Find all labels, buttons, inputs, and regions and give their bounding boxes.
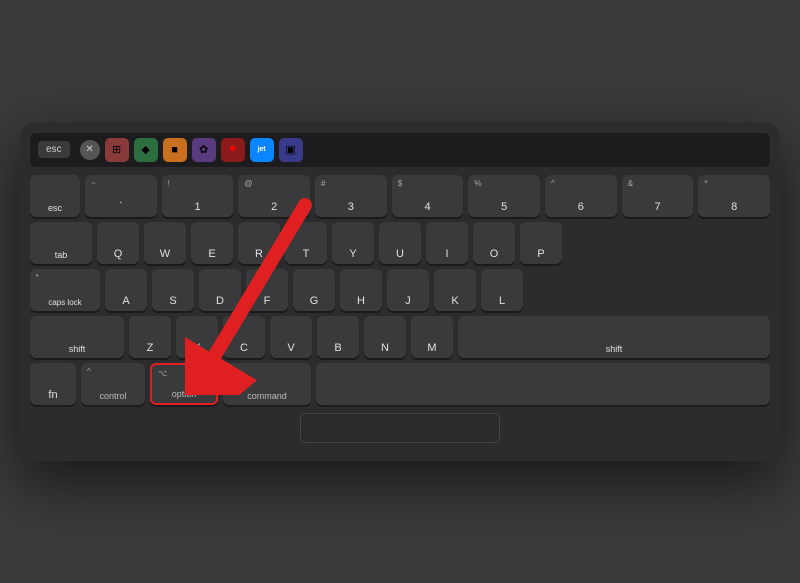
tb-close-icon[interactable]: ✕ xyxy=(80,140,100,160)
trackpad-area xyxy=(30,413,770,443)
key-p[interactable]: P xyxy=(520,222,562,264)
key-j[interactable]: J xyxy=(387,269,429,311)
key-option[interactable]: ⌥ option xyxy=(150,363,218,405)
key-g[interactable]: G xyxy=(293,269,335,311)
key-tilde[interactable]: ~ ` xyxy=(85,175,157,217)
key-6[interactable]: ^ 6 xyxy=(545,175,617,217)
tb-esc-key[interactable]: esc xyxy=(38,141,70,158)
key-q[interactable]: Q xyxy=(97,222,139,264)
key-5[interactable]: % 5 xyxy=(468,175,540,217)
key-t[interactable]: T xyxy=(285,222,327,264)
key-w[interactable]: W xyxy=(144,222,186,264)
tb-app2-icon[interactable]: ◆ xyxy=(134,138,158,162)
key-k[interactable]: K xyxy=(434,269,476,311)
trackpad[interactable] xyxy=(300,413,500,443)
bottom-row: fn ^ control ⌥ option ⌘ command xyxy=(30,363,770,405)
key-e[interactable]: E xyxy=(191,222,233,264)
key-i[interactable]: I xyxy=(426,222,468,264)
asdf-row: • caps lock A S D F G H J K L xyxy=(30,269,770,311)
tb-app1-icon[interactable]: ⊞ xyxy=(105,138,129,162)
tb-jetbrains-icon[interactable]: jet xyxy=(250,138,274,162)
key-1[interactable]: ! 1 xyxy=(162,175,234,217)
tb-app-icons: ✕ ⊞ ◆ ■ ✿ ⏺ jet ▣ xyxy=(80,138,762,162)
key-f[interactable]: F xyxy=(246,269,288,311)
key-n[interactable]: N xyxy=(364,316,406,358)
key-u[interactable]: U xyxy=(379,222,421,264)
key-7[interactable]: & 7 xyxy=(622,175,694,217)
key-s[interactable]: S xyxy=(152,269,194,311)
key-z[interactable]: Z xyxy=(129,316,171,358)
key-b[interactable]: B xyxy=(317,316,359,358)
key-caps-lock[interactable]: • caps lock xyxy=(30,269,100,311)
tb-app7-icon[interactable]: ▣ xyxy=(279,138,303,162)
key-d[interactable]: D xyxy=(199,269,241,311)
key-y[interactable]: Y xyxy=(332,222,374,264)
key-x[interactable]: X xyxy=(176,316,218,358)
key-shift-right[interactable]: shift xyxy=(458,316,770,358)
key-r[interactable]: R xyxy=(238,222,280,264)
key-command[interactable]: ⌘ command xyxy=(223,363,311,405)
key-esc[interactable]: esc xyxy=(30,175,80,217)
tb-app4-icon[interactable]: ✿ xyxy=(192,138,216,162)
key-tab[interactable]: tab xyxy=(30,222,92,264)
zxcv-row: shift Z X C V B N M shift xyxy=(30,316,770,358)
key-shift-left[interactable]: shift xyxy=(30,316,124,358)
number-row: esc ~ ` ! 1 @ 2 # 3 $ 4 % xyxy=(30,175,770,217)
key-m[interactable]: M xyxy=(411,316,453,358)
key-3[interactable]: # 3 xyxy=(315,175,387,217)
key-control[interactable]: ^ control xyxy=(81,363,145,405)
touch-bar: esc ✕ ⊞ ◆ ■ ✿ ⏺ jet xyxy=(30,133,770,167)
key-l[interactable]: L xyxy=(481,269,523,311)
key-v[interactable]: V xyxy=(270,316,312,358)
tb-app5-icon[interactable]: ⏺ xyxy=(221,138,245,162)
key-4[interactable]: $ 4 xyxy=(392,175,464,217)
key-space[interactable] xyxy=(316,363,770,405)
keys-area: esc ~ ` ! 1 @ 2 # 3 $ 4 % xyxy=(30,175,770,405)
key-8[interactable]: * 8 xyxy=(698,175,770,217)
qwerty-row: tab Q W E R T Y U I O P xyxy=(30,222,770,264)
key-2[interactable]: @ 2 xyxy=(238,175,310,217)
key-fn[interactable]: fn xyxy=(30,363,76,405)
key-h[interactable]: H xyxy=(340,269,382,311)
keyboard: esc ✕ ⊞ ◆ ■ ✿ ⏺ jet xyxy=(20,123,780,461)
key-o[interactable]: O xyxy=(473,222,515,264)
tb-app3-icon[interactable]: ■ xyxy=(163,138,187,162)
key-a[interactable]: A xyxy=(105,269,147,311)
key-c[interactable]: C xyxy=(223,316,265,358)
